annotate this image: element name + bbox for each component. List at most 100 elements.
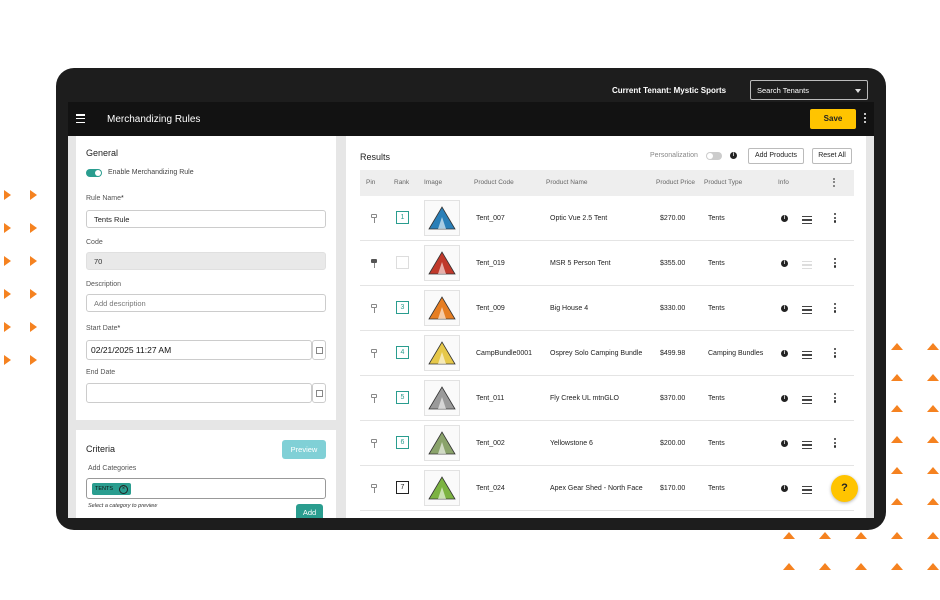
product-image [424, 245, 460, 281]
drag-handle-icon[interactable] [802, 486, 812, 496]
product-name: MSR 5 Person Tent [550, 260, 611, 267]
info-icon[interactable]: i [730, 152, 737, 159]
results-card: Results Personalization i Add Products R… [346, 136, 866, 518]
product-image [424, 470, 460, 506]
categories-input[interactable]: TENTS × [86, 478, 326, 499]
product-price: $200.00 [660, 440, 686, 447]
rank-input[interactable]: 5 [396, 391, 409, 404]
page-title: Merchandizing Rules [107, 114, 201, 125]
product-type: Camping Bundles [708, 350, 764, 357]
table-row[interactable]: 3 Tent_009 Big House 4 $330.00 Tents i [360, 286, 854, 331]
info-icon[interactable]: i [781, 440, 788, 447]
triangle-decoration [927, 405, 939, 412]
triangle-decoration [783, 532, 795, 539]
search-tenants-select[interactable]: Search Tenants [750, 80, 868, 100]
start-date-input[interactable]: 02/21/2025 11:27 AM [86, 340, 312, 360]
general-card: General Enable Merchandizing Rule Rule N… [76, 136, 336, 420]
add-category-button[interactable]: Add [296, 504, 323, 518]
rank-input[interactable] [396, 256, 409, 269]
current-tenant-label: Current Tenant: Mystic Sports [612, 86, 727, 95]
row-options-icon[interactable] [834, 303, 837, 314]
pin-icon[interactable] [370, 259, 378, 268]
triangle-decoration [819, 563, 831, 570]
table-row[interactable]: 1 Tent_007 Optic Vue 2.5 Tent $270.00 Tents i [360, 196, 854, 241]
end-date-calendar-button[interactable] [312, 383, 326, 403]
pin-icon[interactable] [370, 484, 378, 493]
pin-icon[interactable] [370, 304, 378, 313]
help-button[interactable]: ? [831, 475, 858, 502]
rule-name-label: Rule Name* [86, 195, 124, 202]
tent-icon [428, 341, 456, 365]
results-title: Results [360, 152, 391, 162]
close-icon[interactable]: × [119, 484, 129, 494]
add-products-button[interactable]: Add Products [748, 148, 804, 164]
rank-input[interactable]: 1 [396, 211, 409, 224]
triangle-decoration [30, 223, 37, 233]
row-options-icon[interactable] [834, 438, 837, 449]
info-icon[interactable]: i [781, 260, 788, 267]
info-icon[interactable]: i [781, 395, 788, 402]
rank-input[interactable]: 6 [396, 436, 409, 449]
drag-handle-icon[interactable] [802, 396, 812, 406]
product-price: $170.00 [660, 485, 686, 492]
criteria-card: Criteria Preview Add Categories TENTS × … [76, 430, 336, 518]
save-button[interactable]: Save [810, 109, 856, 129]
info-icon[interactable]: i [781, 350, 788, 357]
end-date-input[interactable] [86, 383, 312, 403]
product-name: Yellowstone 6 [550, 440, 593, 447]
table-row[interactable]: 5 Tent_011 Fly Creek UL mtnGLO $370.00 Tents… [360, 376, 854, 421]
pin-icon[interactable] [370, 349, 378, 358]
column-options-icon[interactable] [833, 178, 836, 188]
rule-name-input[interactable]: Tents Rule [86, 210, 326, 228]
pin-icon[interactable] [370, 439, 378, 448]
row-options-icon[interactable] [834, 258, 837, 269]
triangle-decoration [4, 355, 11, 365]
info-icon[interactable]: i [781, 215, 788, 222]
product-name: Osprey Solo Camping Bundle [550, 350, 643, 357]
preview-button[interactable]: Preview [282, 440, 326, 459]
personalization-toggle[interactable] [706, 152, 722, 160]
tent-icon [428, 296, 456, 320]
triangle-decoration [927, 563, 939, 570]
product-code: Tent_011 [476, 395, 505, 402]
reset-all-button[interactable]: Reset All [812, 148, 852, 164]
rank-input[interactable]: 4 [396, 346, 409, 359]
enable-rule-toggle[interactable] [86, 169, 102, 177]
table-row[interactable]: 4 CampBundle0001 Osprey Solo Camping Bundl… [360, 331, 854, 376]
drag-handle-icon[interactable] [802, 306, 812, 316]
calendar-icon [316, 347, 323, 354]
triangle-decoration [927, 467, 939, 474]
row-options-icon[interactable] [834, 348, 837, 359]
drag-handle-icon[interactable] [802, 216, 812, 226]
rank-input[interactable]: 7 [396, 481, 409, 494]
row-options-icon[interactable] [834, 213, 837, 224]
product-code: CampBundle0001 [476, 350, 533, 357]
table-row[interactable]: 6 Tent_002 Yellowstone 6 $200.00 Tents i [360, 421, 854, 466]
menu-icon[interactable] [76, 114, 85, 125]
tent-icon [428, 386, 456, 410]
pin-icon[interactable] [370, 394, 378, 403]
tent-icon [428, 251, 456, 275]
product-type: Tents [708, 485, 725, 492]
table-row[interactable]: 7 Tent_024 Apex Gear Shed - North Face $170… [360, 466, 854, 511]
column-product-price: Product Price [656, 179, 696, 186]
product-type: Tents [708, 215, 725, 222]
triangle-decoration [855, 563, 867, 570]
pin-icon[interactable] [370, 214, 378, 223]
triangle-decoration [4, 223, 11, 233]
product-image [424, 335, 460, 371]
product-code: Tent_007 [476, 215, 505, 222]
more-options-icon[interactable] [864, 113, 867, 125]
drag-handle-icon[interactable] [802, 261, 812, 271]
rank-input[interactable]: 3 [396, 301, 409, 314]
drag-handle-icon[interactable] [802, 441, 812, 451]
drag-handle-icon[interactable] [802, 351, 812, 361]
start-date-label: Start Date* [86, 325, 121, 332]
row-options-icon[interactable] [834, 393, 837, 404]
table-row[interactable]: Tent_019 MSR 5 Person Tent $355.00 Tents i [360, 241, 854, 286]
start-date-calendar-button[interactable] [312, 340, 326, 360]
description-input[interactable]: Add description [86, 294, 326, 312]
info-icon[interactable]: i [781, 305, 788, 312]
product-name: Apex Gear Shed - North Face [550, 485, 643, 492]
info-icon[interactable]: i [781, 485, 788, 492]
